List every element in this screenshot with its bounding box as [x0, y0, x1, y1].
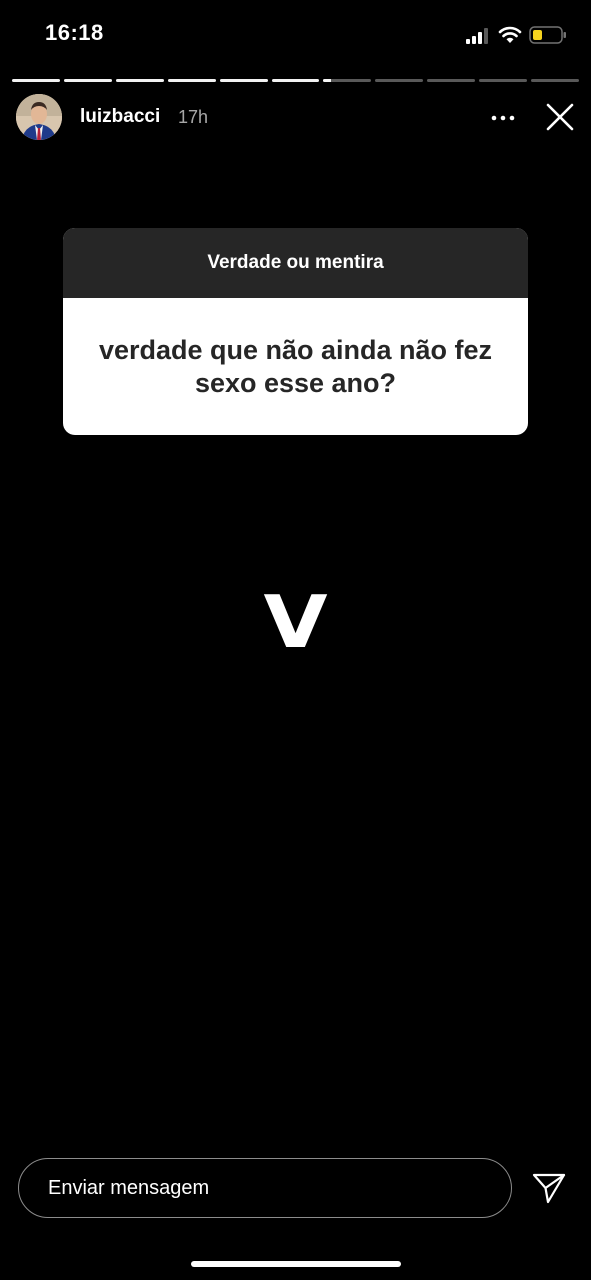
- story-time-ago: 17h: [178, 107, 209, 127]
- close-icon[interactable]: [545, 102, 575, 132]
- question-sticker-card: Verdade ou mentira verdade que não ainda…: [63, 228, 528, 435]
- answer-text: V: [263, 580, 328, 664]
- battery-icon: [529, 26, 566, 44]
- question-text: verdade que não ainda não fez sexo esse …: [98, 334, 493, 398]
- more-options-icon[interactable]: [491, 114, 515, 122]
- username[interactable]: luizbacci: [80, 106, 160, 128]
- story-progress-bar: [12, 79, 579, 82]
- question-card-title: Verdade ou mentira: [63, 228, 528, 298]
- wifi-icon: [498, 26, 522, 43]
- story-header: luizbacci 17h: [16, 94, 577, 142]
- status-bar: 16:18: [0, 0, 591, 70]
- story-progress-fill: [323, 79, 331, 82]
- story-progress-segment: [479, 79, 528, 82]
- story-progress-segment: [12, 79, 60, 82]
- message-input[interactable]: [18, 1158, 512, 1218]
- story-progress-segment: [375, 79, 424, 82]
- story-progress-segment: [167, 79, 216, 82]
- story-progress-segment: [323, 79, 372, 82]
- home-indicator[interactable]: [191, 1261, 401, 1267]
- profile-photo-avatar[interactable]: [16, 94, 62, 140]
- send-icon[interactable]: [532, 1172, 566, 1204]
- cellular-signal-icon: [466, 28, 488, 44]
- story-progress-segment: [63, 79, 112, 82]
- status-time: 16:18: [45, 20, 104, 45]
- story-progress-segment: [427, 79, 476, 82]
- story-progress-segment: [271, 79, 320, 82]
- story-progress-segment: [219, 79, 268, 82]
- story-progress-segment: [115, 79, 164, 82]
- story-progress-segment: [531, 79, 579, 82]
